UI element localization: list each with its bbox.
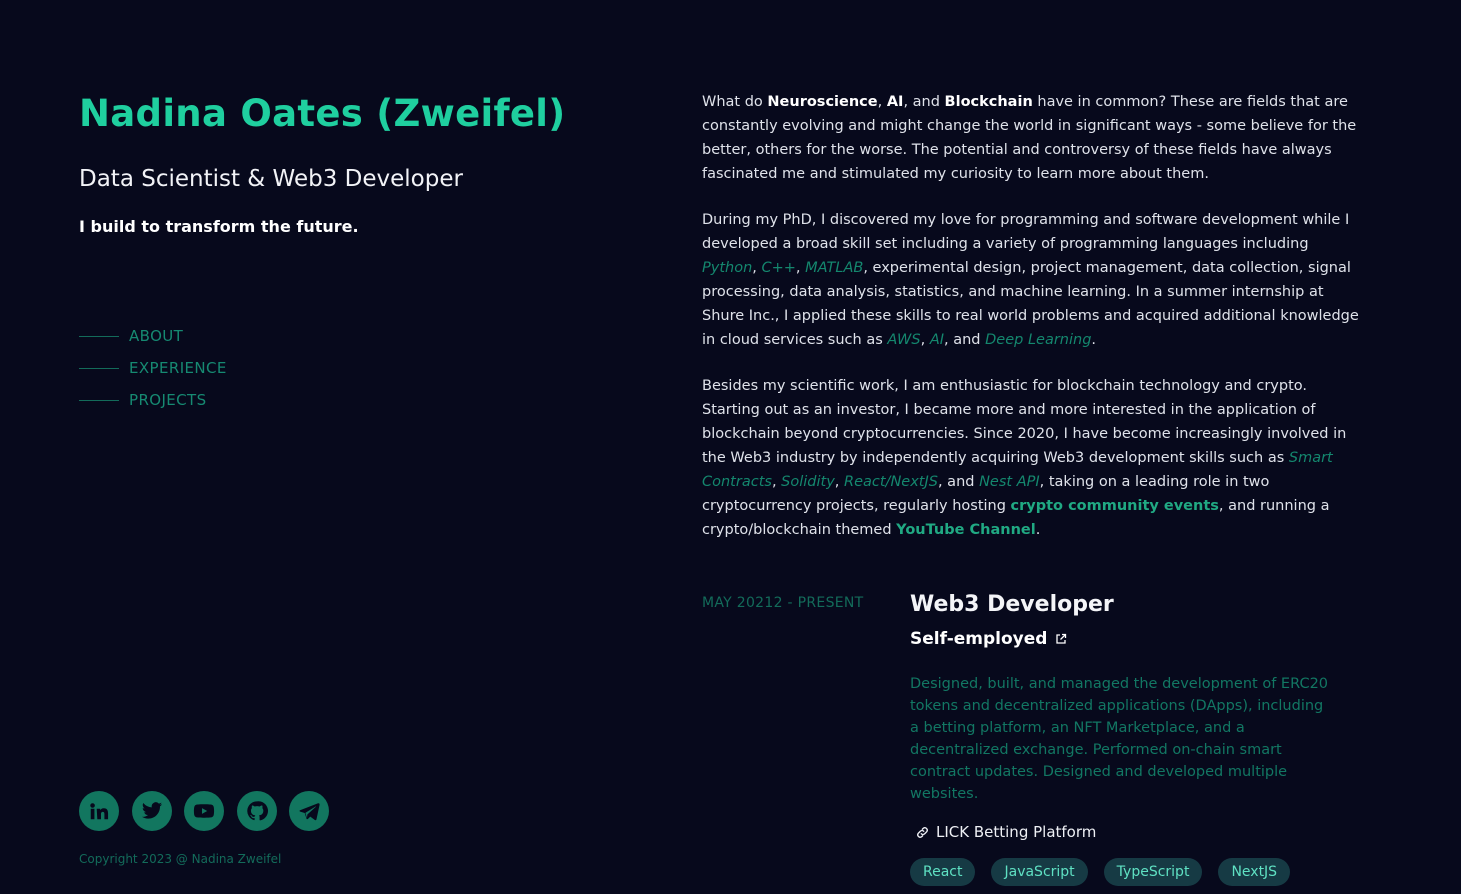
tag-react: React: [910, 858, 976, 886]
text: .: [1091, 332, 1097, 348]
skill-nest-api: Nest API: [979, 474, 1040, 490]
company-link[interactable]: Self-employed: [910, 629, 1340, 649]
subtitle-role: Data Scientist & Web3 Developer: [79, 166, 463, 192]
skill-matlab: MATLAB: [805, 260, 864, 276]
linkedin-icon: [90, 803, 109, 820]
crypto-community-events-link[interactable]: crypto community events: [1011, 498, 1219, 514]
nav-indicator-line: [79, 399, 119, 401]
skill-aws: AWS: [887, 332, 921, 348]
nav-item-about[interactable]: ABOUT: [79, 320, 227, 352]
text: , and: [903, 94, 945, 110]
text: Besides my scientific work, I am enthusi…: [702, 378, 1347, 466]
external-link-icon: [1056, 633, 1067, 644]
link-icon: [917, 826, 928, 838]
text: ,: [877, 94, 887, 110]
sidebar: Nadina Oates (Zweifel) Data Scientist & …: [79, 0, 639, 894]
experience-date: MAY 20212 - PRESENT: [702, 595, 864, 611]
text: ,: [834, 474, 845, 490]
experience-body: Web3 Developer Self-employed Designed, b…: [910, 592, 1340, 886]
tagline: I build to transform the future.: [79, 217, 359, 236]
skill-react-nextjs: React/NextJS: [844, 474, 938, 490]
nav-label: EXPERIENCE: [129, 359, 227, 377]
youtube-button[interactable]: [184, 791, 224, 831]
tag-nextjs: NextJS: [1218, 858, 1291, 886]
nav-item-experience[interactable]: EXPERIENCE: [79, 352, 227, 384]
experience-description: Designed, built, and managed the develop…: [910, 676, 1329, 802]
youtube-channel-link[interactable]: YouTube Channel: [896, 522, 1036, 538]
youtube-icon: [193, 804, 215, 818]
nav-indicator-line: [79, 335, 119, 337]
social-links: [79, 791, 342, 831]
text: ,: [771, 474, 782, 490]
skill-cpp: C++: [761, 260, 796, 276]
keyword-blockchain: Blockchain: [944, 94, 1033, 110]
nav-label: ABOUT: [129, 327, 184, 345]
nav-indicator-line: [79, 367, 119, 369]
text: ,: [920, 332, 930, 348]
copyright-text: Copyright 2023 @ Nadina Zweifel: [79, 852, 282, 866]
keyword-ai: AI: [886, 94, 904, 110]
project-link[interactable]: LICK Betting Platform: [910, 823, 1340, 841]
about-paragraph-1: What do Neuroscience, AI, and Blockchain…: [702, 90, 1362, 186]
page-title: Nadina Oates (Zweifel): [79, 92, 566, 135]
skill-deep-learning: Deep Learning: [985, 332, 1092, 348]
text: What do: [702, 94, 768, 110]
twitter-button[interactable]: [131, 791, 172, 831]
telegram-icon: [299, 803, 320, 821]
about-paragraph-2: During my PhD, I discovered my love for …: [702, 208, 1362, 352]
linkedin-button[interactable]: [79, 791, 119, 831]
skill-python: Python: [702, 260, 753, 276]
keyword-neuroscience: Neuroscience: [767, 94, 878, 110]
text: , and: [937, 474, 980, 490]
nav-label: PROJECTS: [129, 391, 207, 409]
text: ,: [795, 260, 806, 276]
github-button[interactable]: [236, 791, 277, 831]
project-link-label: LICK Betting Platform: [936, 823, 1097, 841]
github-icon: [246, 801, 268, 821]
tag-typescript: TypeScript: [1103, 858, 1203, 886]
nav-item-projects[interactable]: PROJECTS: [79, 384, 227, 416]
twitter-icon: [141, 802, 162, 819]
about-paragraph-3: Besides my scientific work, I am enthusi…: [702, 374, 1362, 542]
section-nav: ABOUT EXPERIENCE PROJECTS: [79, 320, 227, 416]
tech-tags: React JavaScript TypeScript NextJS: [910, 858, 1340, 886]
skill-solidity: Solidity: [781, 474, 835, 490]
telegram-button[interactable]: [289, 791, 329, 831]
text: .: [1035, 522, 1041, 538]
text: , and: [944, 332, 986, 348]
about-section: What do Neuroscience, AI, and Blockchain…: [702, 90, 1362, 564]
tag-javascript: JavaScript: [991, 858, 1088, 886]
company-name: Self-employed: [910, 629, 1048, 649]
text: During my PhD, I discovered my love for …: [702, 212, 1350, 252]
skill-ai: AI: [929, 332, 945, 348]
experience-title: Web3 Developer: [910, 592, 1114, 617]
